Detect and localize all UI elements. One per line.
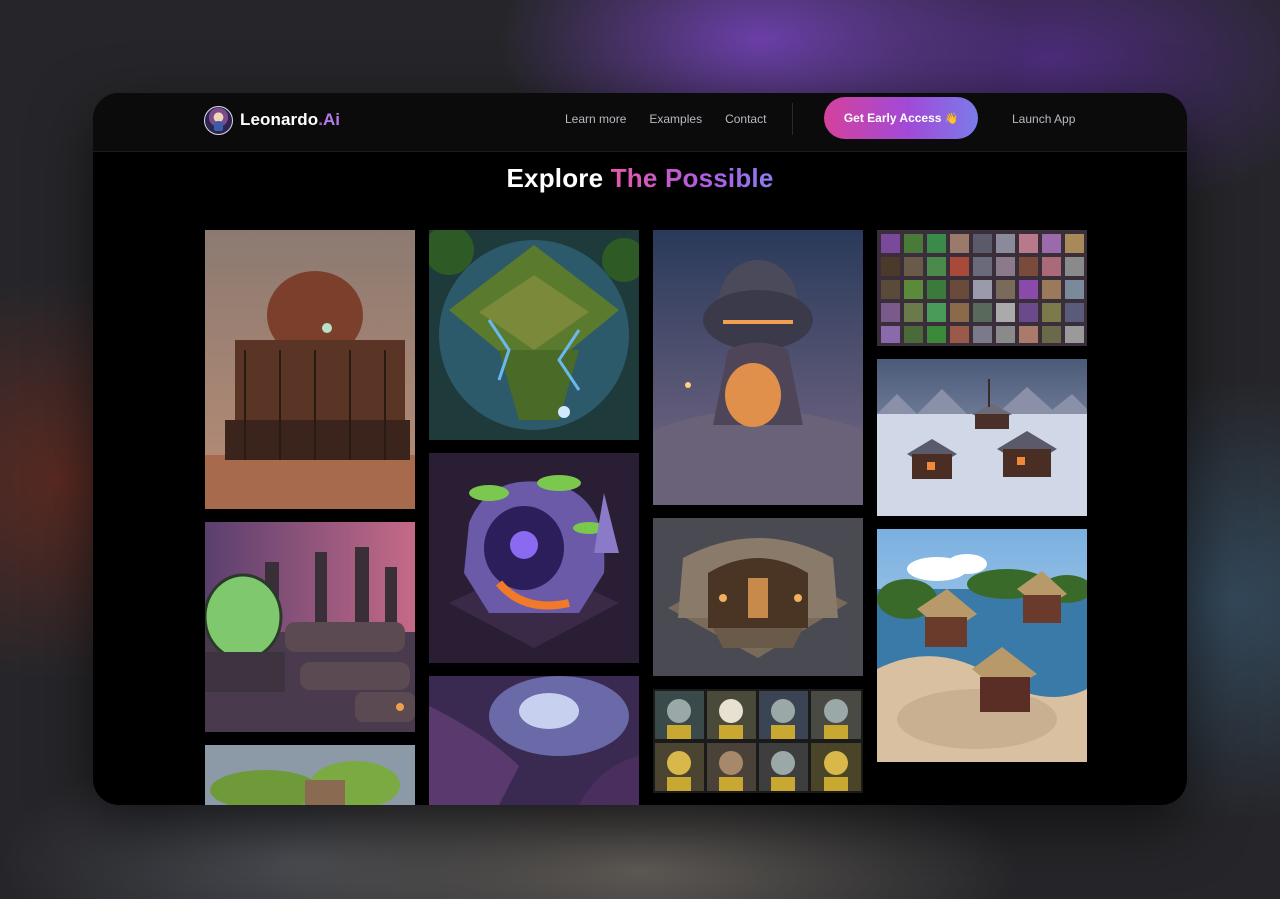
waving-hand-icon: 👋 xyxy=(944,112,959,125)
brand-name: Leonardo xyxy=(240,110,319,129)
top-navbar: Leonardo. Ai Learn more Examples Contact … xyxy=(93,93,1187,152)
nav-link-examples[interactable]: Examples xyxy=(649,112,702,126)
nav-links: Learn more Examples Contact xyxy=(565,112,789,126)
industrial-green-dome-factory-image[interactable] xyxy=(205,522,415,732)
green-floating-island-image[interactable] xyxy=(205,745,415,805)
nav-divider xyxy=(792,103,793,135)
island-huts-village-image[interactable] xyxy=(877,529,1087,762)
section-heading: Explore The Possible xyxy=(93,163,1187,194)
brand-logo-link[interactable]: Leonardo. Ai xyxy=(204,105,340,135)
cta-label: Get Early Access xyxy=(843,111,942,125)
get-early-access-button[interactable]: Get Early Access 👋 xyxy=(824,97,978,139)
leonardo-logo-icon xyxy=(204,105,233,135)
nav-link-learn-more[interactable]: Learn more xyxy=(565,112,626,126)
app-window: Leonardo. Ai Learn more Examples Contact … xyxy=(93,93,1187,805)
steampunk-dome-building-image[interactable] xyxy=(205,230,415,509)
heading-part-2: The Possible xyxy=(610,163,774,193)
pixel-character-portraits-grid-image[interactable] xyxy=(877,230,1087,346)
brand-suffix: Ai xyxy=(322,110,340,129)
sci-fi-dome-structure-image[interactable] xyxy=(653,230,863,505)
isometric-jungle-temple-image[interactable] xyxy=(429,230,639,440)
stone-ruins-diorama-image[interactable] xyxy=(653,518,863,676)
swirling-cosmic-cavern-image[interactable] xyxy=(429,676,639,805)
launch-app-link[interactable]: Launch App xyxy=(1012,112,1075,126)
nav-link-contact[interactable]: Contact xyxy=(725,112,766,126)
heading-part-1: Explore xyxy=(506,163,604,193)
snowy-village-cabins-image[interactable] xyxy=(877,359,1087,516)
cat-character-portraits-image[interactable] xyxy=(653,689,863,793)
purple-crystal-cave-diorama-image[interactable] xyxy=(429,453,639,663)
